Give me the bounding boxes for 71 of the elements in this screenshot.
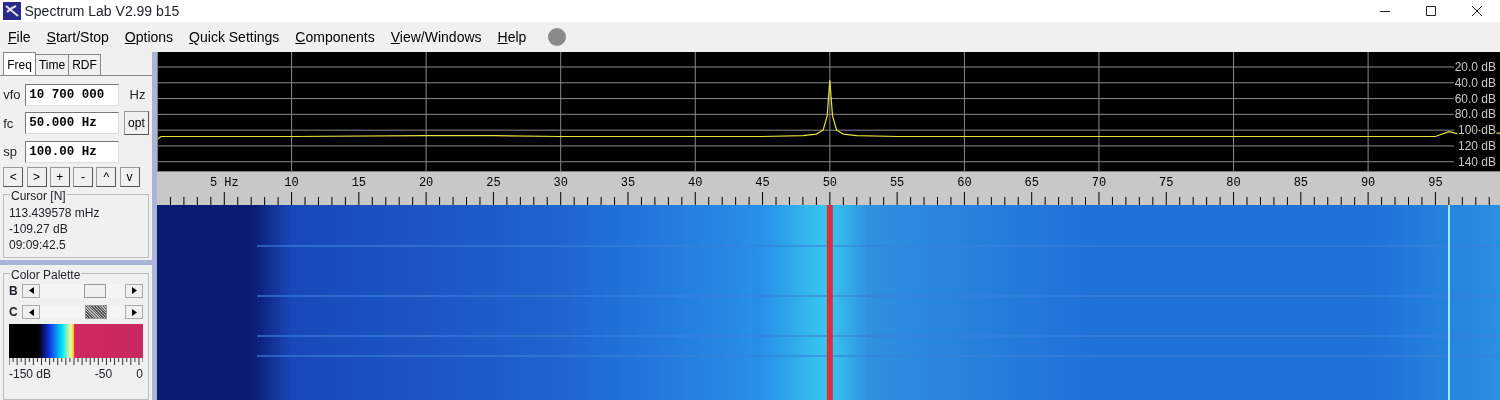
slider-label: C xyxy=(9,304,19,321)
scale-label: 0 xyxy=(136,366,143,383)
axis-label: 120 dB xyxy=(1457,138,1496,153)
menu-item[interactable]: Help xyxy=(489,22,535,52)
axis-label: 80 xyxy=(1226,176,1241,190)
axis-label: 20 xyxy=(418,176,434,190)
axis-label: 140 dB xyxy=(1457,154,1496,169)
axis-label: 65 xyxy=(1024,176,1039,190)
maximize-icon xyxy=(1426,6,1436,16)
axis-label: 80.0 dB xyxy=(1454,107,1496,122)
unit-label: Hz xyxy=(129,86,146,105)
cursor-readout: 09:09:42.5 xyxy=(9,236,67,253)
scale-label: -50 xyxy=(94,366,113,383)
axis-label: 25 xyxy=(486,176,501,190)
step-button[interactable]: + xyxy=(49,167,70,188)
axis-label: 30 xyxy=(553,176,568,190)
axis-label: 95 xyxy=(1428,176,1443,190)
field-label: vfo xyxy=(3,86,22,105)
axis-label: 40 xyxy=(688,176,703,190)
axis-label: 85 xyxy=(1293,176,1309,190)
right-arrow-icon xyxy=(131,308,137,316)
scroll-right-button[interactable] xyxy=(125,283,143,298)
axis-label: 75 xyxy=(1159,176,1174,190)
window-title: Spectrum Lab V2.99 b15 xyxy=(24,1,181,21)
axis-label: 90 xyxy=(1360,176,1376,190)
menu-item[interactable]: Quick Settings xyxy=(181,22,288,52)
axis-label: 60 xyxy=(957,176,972,190)
input-field[interactable]: 100.00 Hz xyxy=(25,140,120,163)
input-field[interactable]: 10 700 000 xyxy=(25,84,120,106)
step-button[interactable]: v xyxy=(119,167,140,188)
minimize-icon xyxy=(1380,10,1390,12)
slider-label: B xyxy=(9,282,19,300)
axis-label: 45 xyxy=(755,176,770,190)
axis-label: 70 xyxy=(1091,176,1107,190)
app-logo-icon xyxy=(3,2,22,20)
slider-thumb[interactable] xyxy=(85,305,108,319)
step-button[interactable]: - xyxy=(73,167,93,188)
axis-label: 35 xyxy=(620,176,636,190)
axis-label: 20.0 dB xyxy=(1454,60,1496,74)
cursor-readout: -109.27 dB xyxy=(9,220,69,237)
menu-item[interactable]: Options xyxy=(116,22,182,52)
menu-item[interactable]: File xyxy=(0,22,39,52)
tab[interactable]: RDF xyxy=(68,54,101,75)
field-label: sp xyxy=(3,142,18,161)
scroll-right-button[interactable] xyxy=(125,305,143,319)
field-label: fc xyxy=(3,114,15,133)
close-icon xyxy=(1472,6,1482,16)
axis-label: 55 xyxy=(889,176,905,190)
slider-thumb[interactable] xyxy=(84,283,107,298)
right-arrow-icon xyxy=(131,287,137,295)
menu-item[interactable]: View/Windows xyxy=(382,22,490,52)
axis-label: 40.0 dB xyxy=(1454,75,1496,90)
cursor-readout: 113.439578 mHz xyxy=(9,204,101,221)
scale-label: -150 dB xyxy=(9,366,52,383)
status-indicator-icon xyxy=(547,27,568,47)
step-button[interactable]: < xyxy=(3,167,24,188)
left-arrow-icon xyxy=(28,308,34,316)
step-button[interactable]: ^ xyxy=(96,167,117,188)
axis-label: 50 xyxy=(822,176,838,190)
scroll-left-button[interactable] xyxy=(22,305,41,319)
input-field[interactable]: 50.000 Hz xyxy=(25,112,120,135)
menu-item[interactable]: Components xyxy=(287,22,383,52)
axis-label: 10 xyxy=(284,176,299,190)
option-button[interactable]: opt xyxy=(124,111,149,136)
tab[interactable]: Freq xyxy=(3,52,36,75)
axis-label: 15 xyxy=(351,176,367,190)
menu-item[interactable]: Start/Stop xyxy=(38,22,117,52)
step-button[interactable]: > xyxy=(26,167,47,188)
axis-label: 5 Hz xyxy=(209,176,239,190)
left-arrow-icon xyxy=(28,287,34,295)
axis-label: 60.0 dB xyxy=(1454,91,1496,106)
